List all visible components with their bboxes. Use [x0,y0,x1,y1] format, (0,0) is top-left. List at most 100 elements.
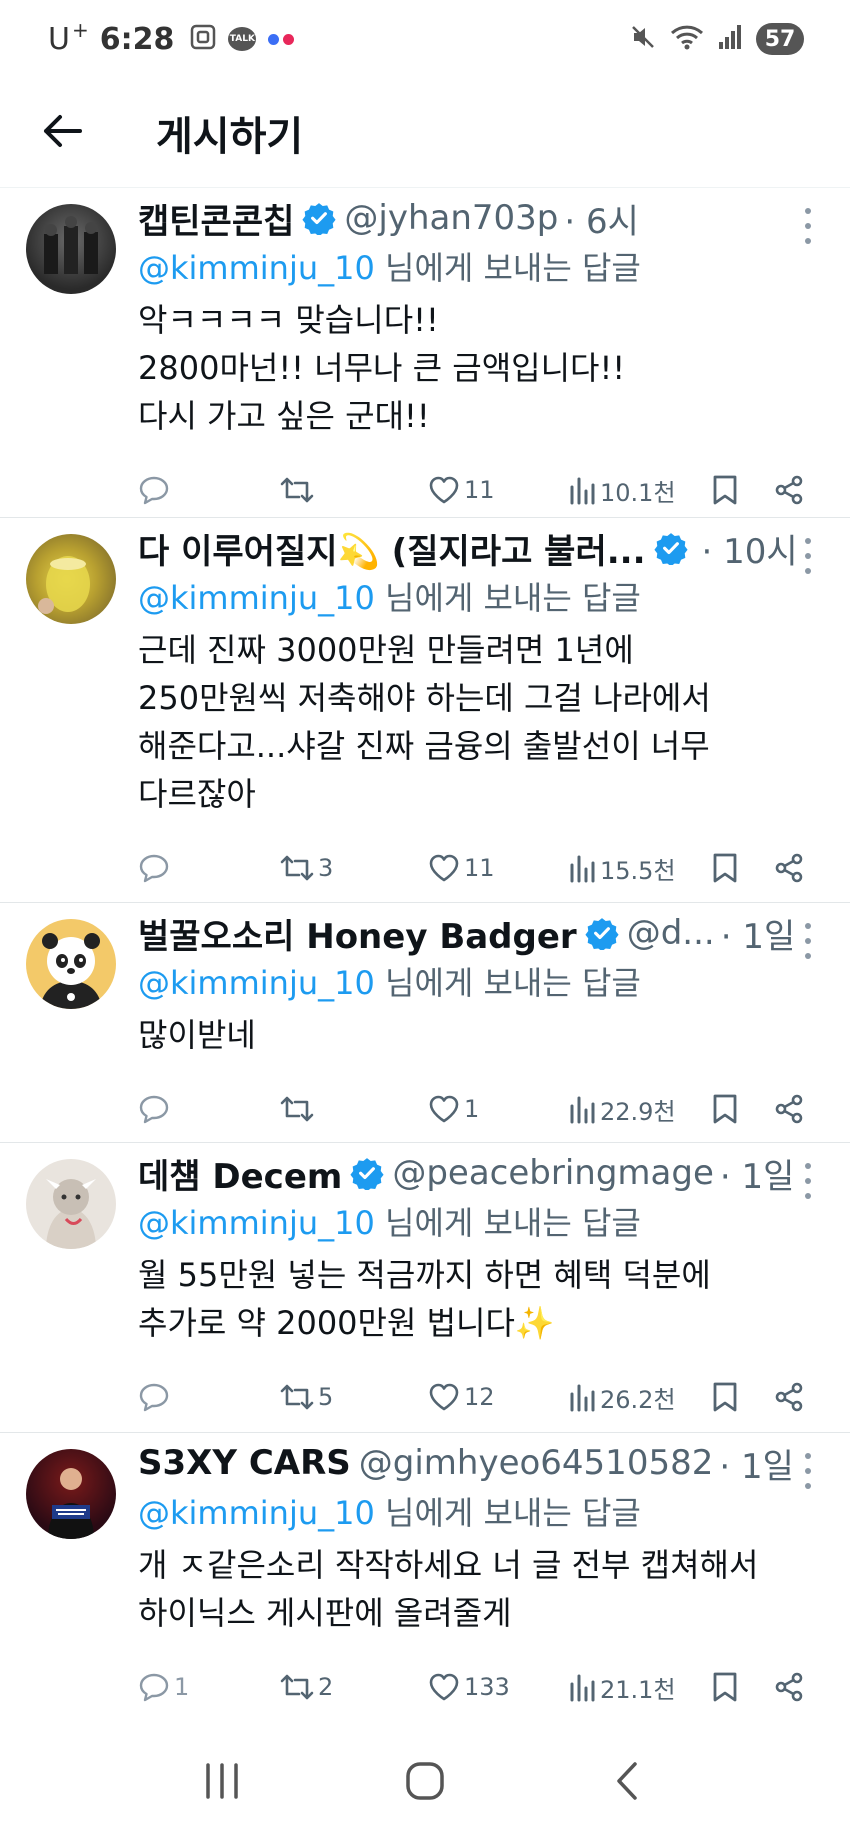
bookmark-button[interactable] [712,474,738,506]
avatar[interactable] [26,204,116,294]
like-button[interactable]: 1 [428,1094,479,1124]
more-options-button[interactable] [796,208,820,244]
avatar[interactable] [26,534,116,624]
more-options-button[interactable] [796,923,820,959]
mention-link[interactable]: @kimminju_10 [138,964,375,1002]
recent-apps-button[interactable] [182,1743,262,1823]
reply-button[interactable] [138,475,174,505]
views-button[interactable]: 21.1천 [568,1670,676,1705]
verified-badge-icon [350,1156,384,1190]
reply-to-label: 님에게 보내는 답글 [374,249,641,287]
share-button[interactable] [774,1094,804,1124]
bookmark-button[interactable] [712,852,738,884]
mention-link[interactable]: @kimminju_10 [138,1204,375,1242]
bookmark-icon [712,1671,738,1703]
like-button[interactable]: 11 [428,475,495,505]
avatar[interactable] [26,1159,116,1249]
retweet-icon [280,1094,314,1124]
share-button[interactable] [774,475,804,505]
carrier-sup: + [71,17,90,42]
tweet[interactable]: 다 이루어질지💫 (질지라고 불러... · 10시 @kimminju_10 … [0,518,850,903]
tweet[interactable]: S3XY CARS @gimhyeo64510582 · 1일 @kimminj… [0,1433,850,1725]
mention-link[interactable]: @kimminju_10 [138,1494,375,1532]
reply-button[interactable] [138,853,174,883]
author-name[interactable]: S3XY CARS [138,1443,351,1483]
tweet-text: 근데 진짜 3000만원 만들려면 1년에 250만원씩 저축해야 하는데 그걸… [138,631,711,813]
views-button[interactable]: 26.2천 [568,1380,676,1415]
retweet-icon [280,1382,314,1412]
share-button[interactable] [774,1672,804,1702]
views-button[interactable]: 15.5천 [568,851,676,886]
bookmark-button[interactable] [712,1381,738,1413]
tweet-actions: 5 12 26.2천 [138,1347,820,1447]
reply-button[interactable] [138,1382,174,1412]
battery-icon: 57 [756,23,804,55]
tweet[interactable]: 벌꿀오소리 Honey Badger @d... · 1일 @kimminju_… [0,903,850,1143]
views-button[interactable]: 22.9천 [568,1092,676,1127]
reply-icon [138,475,170,505]
author-name[interactable]: 캡틴콘콘칩 [138,194,294,243]
kakaotalk-icon: TALK [228,27,257,51]
more-options-button[interactable] [796,538,820,574]
like-button[interactable]: 133 [428,1672,510,1702]
bookmark-button[interactable] [712,1671,738,1703]
mention-link[interactable]: @kimminju_10 [138,249,375,287]
reply-icon [138,1672,170,1702]
reply-to-label: 님에게 보내는 답글 [374,579,641,617]
share-icon [774,853,804,883]
author-name[interactable]: 벌꿀오소리 Honey Badger [138,909,577,958]
views-chart-icon [568,475,596,505]
share-button[interactable] [774,1382,804,1412]
reply-to-label: 님에게 보내는 답글 [374,1204,641,1242]
author-name[interactable]: 다 이루어질지💫 (질지라고 불러... [138,524,646,573]
tweet-header: 벌꿀오소리 Honey Badger @d... · 1일 [138,903,820,957]
share-icon [774,475,804,505]
tweet-text: 개 ㅈ같은소리 작작하세요 너 글 전부 캡쳐해서 하이닉스 게시판에 올려줄게 [138,1546,759,1632]
retweet-button[interactable] [280,1094,318,1124]
author-handle[interactable]: @jyhan703p [344,198,558,238]
reply-count: 1 [174,1673,190,1701]
home-icon [405,1761,445,1805]
app-header: 게시하기 [0,78,850,188]
tweet-time: · 6시 [564,201,639,242]
author-handle[interactable]: @peacebringmage [392,1153,714,1193]
like-button[interactable]: 12 [428,1382,495,1412]
reply-icon [138,853,170,883]
more-options-button[interactable] [796,1163,820,1199]
author-name[interactable]: 데첌 Decem [138,1149,342,1198]
bookmark-icon [712,852,738,884]
tweet[interactable]: 캡틴콘콘칩 @jyhan703p · 6시 @kimminju_10 님에게 보… [0,188,850,518]
like-button[interactable]: 11 [428,853,495,883]
bookmark-icon [712,1093,738,1125]
reply-to-label: 님에게 보내는 답글 [374,964,641,1002]
author-handle[interactable]: @d... [627,913,715,953]
retweet-button[interactable]: 5 [280,1382,333,1412]
back-button[interactable] [32,103,92,163]
author-handle[interactable]: @gimhyeo64510582 [359,1443,714,1483]
bookmark-button[interactable] [712,1093,738,1125]
retweet-count: 3 [318,854,334,882]
reply-button[interactable]: 1 [138,1672,189,1702]
more-options-button[interactable] [796,1453,820,1489]
views-button[interactable]: 10.1천 [568,473,676,508]
like-count: 11 [464,854,495,882]
avatar[interactable] [26,919,116,1009]
arrow-left-icon [42,114,82,152]
tweet-text: 악ㅋㅋㅋㅋ 맞습니다!! 2800마넌!! 너무나 큰 금액입니다!! 다시 가… [138,301,626,435]
tweet-header: 데첌 Decem @peacebringmage · 1일 [138,1143,820,1197]
bookmark-icon [712,474,738,506]
tweet[interactable]: 데첌 Decem @peacebringmage · 1일 @kimminju_… [0,1143,850,1433]
reply-feed: 캡틴콘콘칩 @jyhan703p · 6시 @kimminju_10 님에게 보… [0,188,850,1725]
reply-to-line: @kimminju_10 님에게 보내는 답글 [138,1199,820,1247]
reply-button[interactable] [138,1094,174,1124]
mention-link[interactable]: @kimminju_10 [138,579,375,617]
avatar[interactable] [26,1449,116,1539]
back-nav-button[interactable] [588,1743,668,1823]
share-button[interactable] [774,853,804,883]
reply-to-line: @kimminju_10 님에게 보내는 답글 [138,959,820,1007]
retweet-button[interactable]: 3 [280,853,333,883]
retweet-button[interactable]: 2 [280,1672,333,1702]
retweet-button[interactable] [280,475,318,505]
home-button[interactable] [385,1743,465,1823]
flickr-dots-icon [268,33,295,45]
